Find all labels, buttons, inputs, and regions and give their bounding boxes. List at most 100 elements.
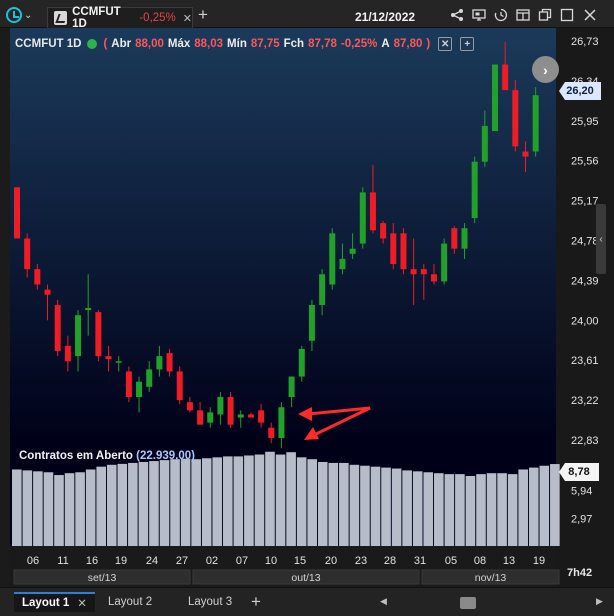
add-layout-button[interactable]: + (251, 592, 261, 612)
month-label: out/13 (291, 572, 320, 584)
candle-body (14, 187, 20, 239)
candle-body (125, 371, 132, 398)
history-icon[interactable] (494, 8, 508, 22)
candle-body (329, 233, 336, 285)
candle-body (502, 64, 509, 91)
time-tick-label: 10 (265, 555, 277, 567)
chevron-right-icon: › (543, 61, 548, 78)
chevron-down-icon: ⌄ (24, 9, 33, 21)
side-panel-handle[interactable]: ‹ (596, 204, 606, 274)
horizontal-scrollbar[interactable]: ◀ ▶ (380, 596, 606, 610)
oi-bar (455, 474, 465, 546)
time-tick-label: 07 (236, 555, 248, 567)
clock-icon (6, 7, 22, 23)
price-axis-bg (556, 28, 614, 588)
price-tick-label: 24,78 (571, 236, 599, 248)
candle-body (359, 192, 366, 244)
oi-bar (486, 473, 497, 546)
monitor-icon[interactable] (472, 8, 486, 22)
candle-body (268, 427, 275, 438)
scroll-right-icon[interactable]: ▶ (596, 596, 603, 607)
candle-body (278, 407, 285, 438)
tab-chart[interactable]: CCMFUT 1D -0,25% ✕ (47, 6, 193, 30)
add-tab-button[interactable]: + (198, 6, 208, 23)
close-icon[interactable] (583, 8, 597, 22)
close-icon[interactable]: ✕ (77, 596, 87, 610)
time-tick-label: 19 (115, 555, 127, 567)
candle-body (54, 304, 61, 351)
candle-body (349, 248, 356, 254)
legend-low-value: 87,75 (250, 38, 280, 50)
open-interest-label: Contratos em Aberto (22.939,00) (19, 450, 195, 462)
candle-body (339, 258, 346, 270)
oi-tick-label: 2,97 (571, 513, 592, 525)
candle-body (258, 410, 265, 423)
scroll-left-icon[interactable]: ◀ (380, 596, 387, 607)
open-interest-value: (22.939,00) (136, 450, 195, 462)
price-pane-bg (10, 28, 556, 446)
legend-symbol: CCMFUT 1D (15, 38, 82, 50)
time-tick-label: 20 (325, 555, 337, 567)
candle-body (532, 95, 539, 152)
price-tick-label: 26,73 (571, 36, 599, 48)
oi-bar (201, 458, 212, 546)
candle-body (390, 233, 397, 265)
close-icon[interactable]: ✕ (183, 12, 192, 25)
scroll-to-latest-button[interactable]: › (532, 56, 559, 83)
candle-body (237, 414, 244, 418)
candle-body (410, 269, 417, 275)
time-tick-label: 11 (57, 555, 68, 567)
candle-body (105, 356, 112, 360)
chart-panel[interactable]: 26,73 26,34 25,95 25,56 25,17 24,78 24,39 24,00… (0, 28, 614, 588)
remove-indicator-button[interactable]: ✕ (438, 37, 453, 51)
legend-close-label: Fch (283, 38, 305, 50)
candle-body (471, 161, 478, 218)
legend-close-paren: ) (426, 38, 431, 50)
candle-body (85, 308, 92, 311)
legend-open-value: 88,00 (135, 38, 164, 50)
oi-bar (43, 472, 54, 546)
time-tick-label: 23 (355, 555, 367, 567)
layout-icon[interactable] (516, 8, 530, 22)
chevron-left-icon: ‹ (599, 233, 603, 245)
layout-1-label: Layout 1 (22, 597, 70, 609)
oi-bar (33, 471, 43, 546)
oi-bar (412, 471, 423, 546)
app-menu-button[interactable]: ⌄ (6, 6, 42, 24)
candle-body (115, 361, 122, 363)
time-tick-label: 24 (146, 555, 158, 567)
open-interest-tag: 8,78 (559, 463, 599, 481)
legend-last-label: A (381, 38, 390, 50)
maximize-icon[interactable] (560, 8, 574, 22)
share-icon[interactable] (450, 8, 464, 22)
candle-body (75, 315, 82, 357)
oi-bar (180, 458, 191, 546)
candle-body (247, 414, 254, 418)
add-indicator-button[interactable]: + (460, 37, 475, 51)
candle-body (156, 356, 163, 370)
price-tick-label: 22,83 (571, 435, 599, 447)
candle-body (319, 274, 326, 305)
oi-bar (223, 456, 233, 546)
time-tick-label: 27 (176, 555, 188, 567)
tab-layout-1[interactable]: Layout 1 ✕ (14, 592, 95, 612)
oi-bar (212, 457, 223, 546)
candle-body (308, 304, 315, 341)
oi-bar (12, 469, 22, 546)
candle-body (227, 397, 234, 425)
top-toolbar: ⌄ CCMFUT 1D -0,25% ✕ + 21/12/2022 (0, 0, 614, 30)
candlestick-chart[interactable]: 26,7326,3425,9525,5625,1724,7824,3924,00… (0, 28, 614, 588)
restore-icon[interactable] (538, 8, 552, 22)
oi-bar (339, 462, 349, 546)
tab-layout-3[interactable]: Layout 3 (180, 592, 240, 612)
time-tick-label: 02 (206, 555, 218, 567)
oi-bar (423, 472, 434, 546)
legend-open-label: Abr (111, 38, 132, 50)
candle-body (166, 353, 173, 372)
oi-tick-label: 5,94 (571, 486, 592, 498)
scroll-thumb[interactable] (460, 597, 476, 609)
candle-body (64, 345, 71, 362)
tab-layout-2[interactable]: Layout 2 (100, 592, 160, 612)
price-tick-label: 24,39 (571, 275, 599, 287)
price-tick-label: 24,00 (571, 315, 599, 327)
